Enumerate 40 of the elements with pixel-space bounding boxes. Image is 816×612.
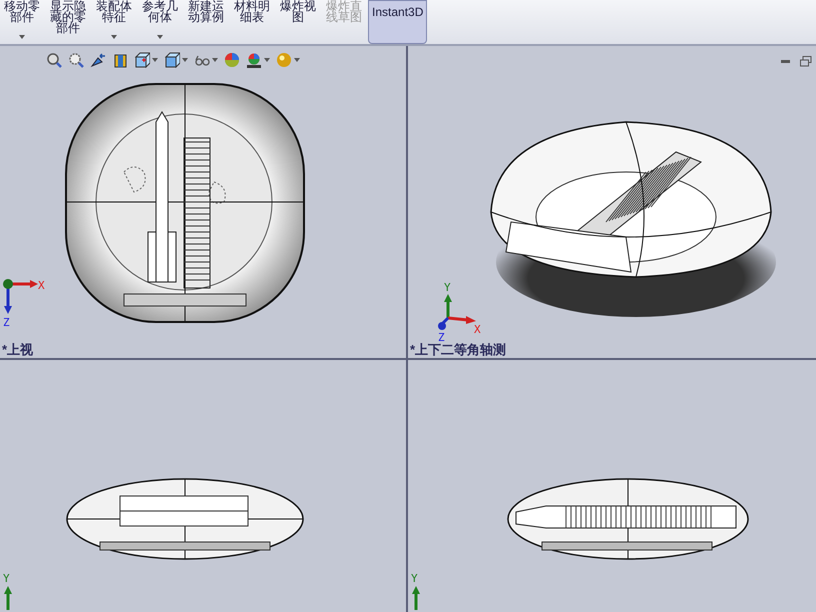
caret-icon: [152, 58, 158, 62]
toolbar-button[interactable]: 参考几何体: [138, 0, 182, 44]
axis-arrow-drawing: [411, 586, 421, 610]
minimize-icon[interactable]: [781, 60, 790, 64]
graphics-viewport[interactable]: X Z *上视: [0, 46, 406, 358]
zoom-area-icon[interactable]: [68, 52, 84, 68]
view-label: *上下二等角轴测: [410, 343, 506, 356]
toolbar-button[interactable]: 移动零部件: [0, 0, 44, 44]
toolbar-button[interactable]: 显示隐藏的零部件: [46, 0, 90, 44]
caret-icon: [264, 58, 270, 62]
dropdown-caret-icon: [157, 35, 163, 39]
toolbar-button[interactable]: 新建运动算例: [184, 0, 228, 44]
orientation-icon[interactable]: [134, 52, 150, 68]
axis-label: Y: [444, 282, 451, 293]
axis-label: Z: [438, 332, 445, 343]
caret-icon: [294, 58, 300, 62]
axis-arrow-drawing: [3, 586, 13, 610]
section-icon[interactable]: [112, 52, 128, 68]
display-style-icon[interactable]: [164, 52, 180, 68]
axis-label: Y: [411, 573, 418, 584]
toolbar-button[interactable]: 材料明细表: [230, 0, 274, 44]
toolbar-button[interactable]: 爆炸视图: [276, 0, 320, 44]
toolbar-button[interactable]: Instant3D: [368, 0, 428, 44]
axis-label: Y: [3, 573, 10, 584]
dropdown-caret-icon: [111, 35, 117, 39]
toolbar-button[interactable]: 装配体特征: [92, 0, 136, 44]
appearance-icon[interactable]: [224, 52, 240, 68]
restore-icon[interactable]: [800, 56, 812, 67]
dropdown-caret-icon: [19, 35, 25, 39]
view-label: *上视: [2, 343, 34, 356]
axis-label: X: [474, 324, 481, 335]
graphics-viewport[interactable]: Y X Z *上下二等角轴测: [408, 46, 816, 358]
caret-icon: [212, 58, 218, 62]
previous-view-icon[interactable]: [90, 52, 106, 68]
scene-icon[interactable]: [246, 52, 262, 68]
axis-triad-drawing: [2, 278, 40, 316]
axis-label: X: [38, 280, 45, 291]
axis-label: Z: [3, 317, 10, 328]
zoom-fit-icon[interactable]: [46, 52, 62, 68]
caret-icon: [182, 58, 188, 62]
